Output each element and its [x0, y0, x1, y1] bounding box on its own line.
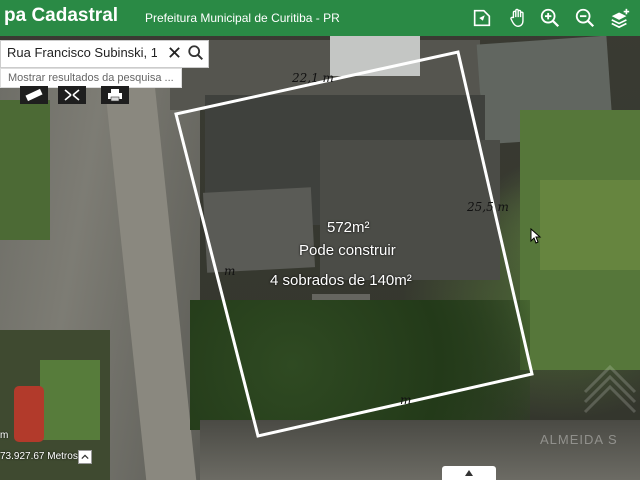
scale-label: 73.927.67 Metros — [0, 451, 78, 462]
scale-edge-label: m — [0, 430, 9, 441]
dimension-bottom: m — [400, 393, 412, 407]
pan-button[interactable] — [504, 4, 532, 32]
select-button[interactable] — [58, 86, 86, 104]
chevron-up-icon — [81, 454, 89, 460]
search-box — [0, 40, 209, 68]
caret-up-icon — [465, 470, 473, 476]
dimension-top: 22,1 m — [292, 71, 334, 85]
zoom-out-icon — [575, 8, 595, 28]
print-button[interactable] — [101, 86, 129, 104]
parcel-note-line1: Pode construir — [299, 242, 396, 259]
zoom-in-icon — [540, 8, 560, 28]
watermark-logo — [583, 364, 637, 414]
layers-button[interactable] — [606, 4, 634, 32]
parcel-note-line2: 4 sobrados de 140m² — [270, 272, 412, 289]
scale-toggle-button[interactable] — [78, 450, 92, 464]
identify-button[interactable] — [468, 4, 496, 32]
layers-add-icon — [611, 8, 630, 29]
select-arrows-icon — [64, 89, 80, 101]
pan-hand-icon — [510, 8, 524, 27]
dimension-right: 25,5 m — [467, 200, 509, 214]
watermark-text: ALMEIDA S — [540, 432, 618, 447]
search-button[interactable] — [187, 44, 207, 64]
print-icon — [108, 89, 122, 102]
zoom-in-button[interactable] — [536, 4, 564, 32]
search-input[interactable] — [7, 45, 157, 60]
search-icon — [188, 45, 204, 61]
mouse-cursor-icon — [530, 228, 542, 244]
close-icon — [168, 47, 180, 58]
bottom-panel-toggle[interactable] — [442, 466, 496, 480]
measure-ruler-icon — [25, 88, 43, 102]
app-title: pa Cadastral — [4, 5, 119, 26]
parcel-area: 572m² — [327, 219, 370, 236]
agency-name: Prefeitura Municipal de Curitiba - PR — [145, 11, 340, 25]
dimension-left: m — [224, 264, 236, 278]
measure-button[interactable] — [20, 86, 48, 104]
zoom-out-button[interactable] — [571, 4, 599, 32]
show-results-link[interactable]: Mostrar resultados da pesquisa ... — [0, 68, 182, 88]
app-header: pa Cadastral Prefeitura Municipal de Cur… — [0, 0, 640, 36]
identify-icon — [473, 9, 491, 27]
clear-search-button[interactable] — [165, 44, 183, 64]
